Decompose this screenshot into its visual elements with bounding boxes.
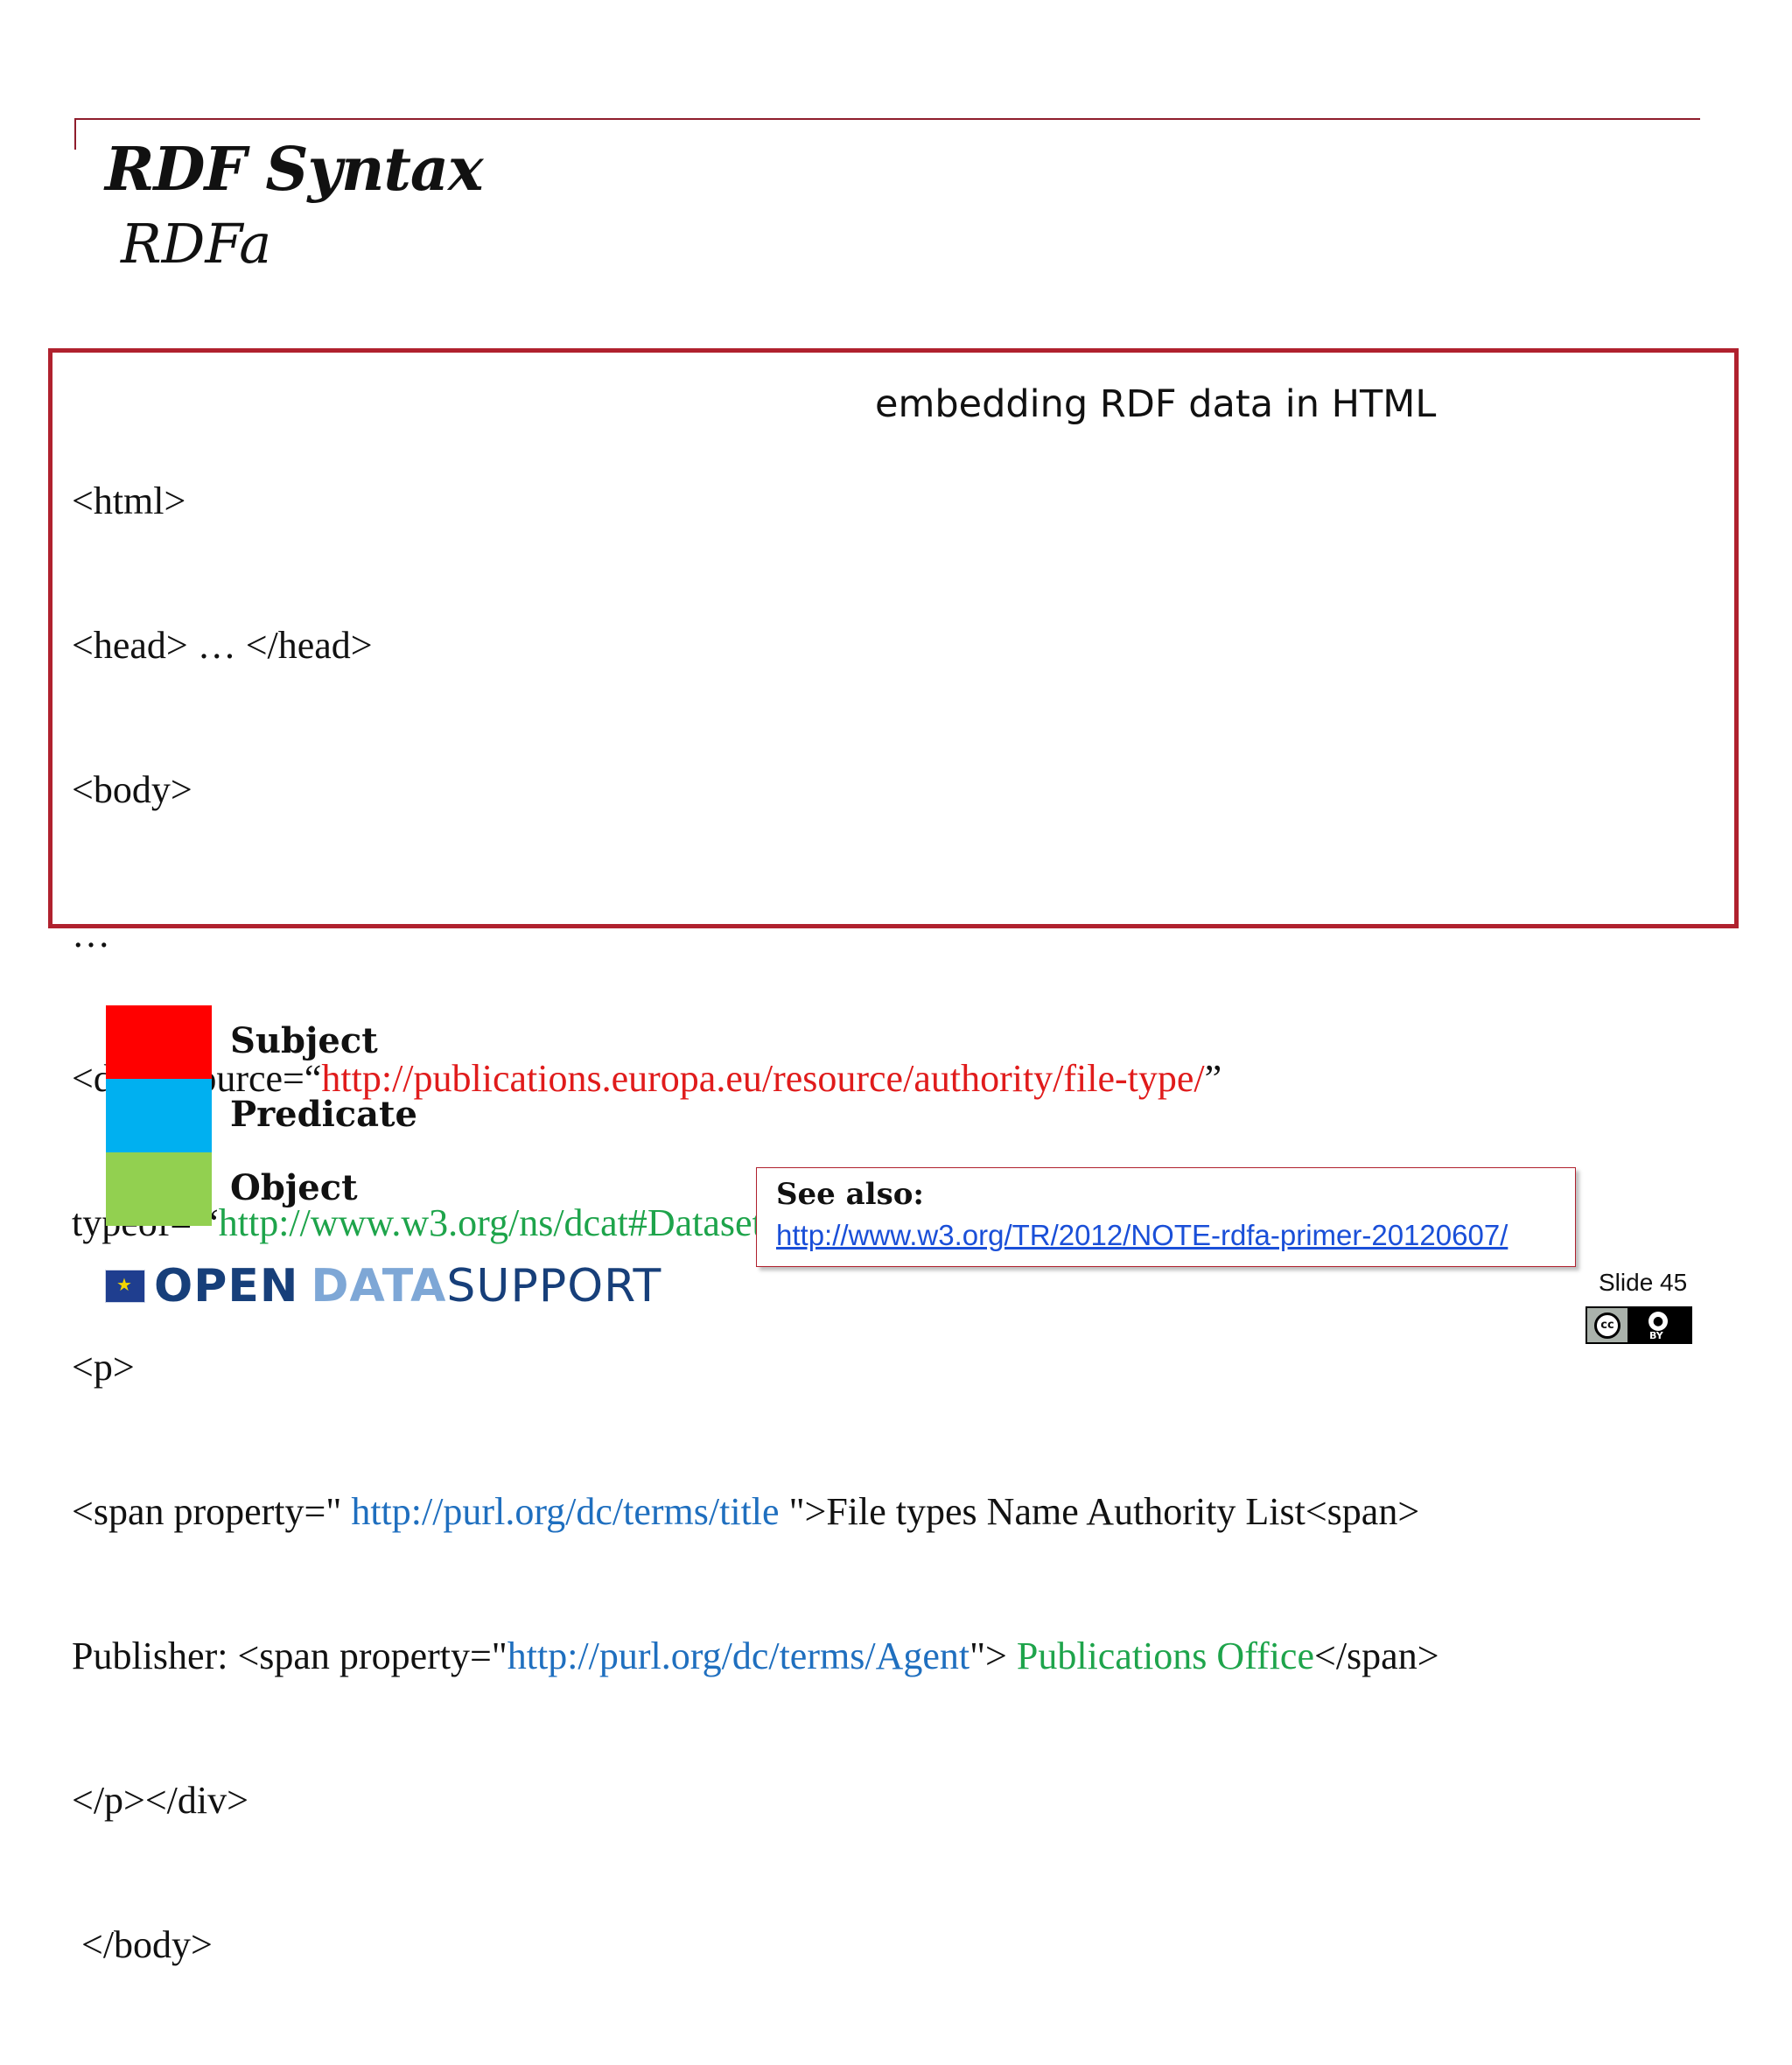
predicate-uri-agent: http://purl.org/dc/terms/Agent (507, 1634, 970, 1677)
legend-label-object: Object (230, 1167, 358, 1208)
open-data-support-logo: OPENDATASUPPORT (105, 1260, 662, 1312)
title-rule (74, 118, 1700, 120)
rdfa-primer-link[interactable]: http://www.w3.org/TR/2012/NOTE-rdfa-prim… (776, 1219, 1508, 1252)
code-line-head: <head> … </head> (72, 624, 373, 667)
title-rule-corner (74, 118, 76, 150)
see-also-title: See also: (776, 1177, 924, 1212)
slide-number: Slide 45 (1599, 1269, 1688, 1296)
legend-label-subject: Subject (230, 1020, 378, 1061)
code-example-box: <html> <head> … </head> <body> … <div re… (48, 348, 1739, 1966)
logo-data-text: DATA (311, 1260, 447, 1312)
legend-swatch-subject (106, 1005, 212, 1079)
embedding-note: embedding RDF data in HTML (875, 382, 1437, 426)
slide-subtitle: RDFa (121, 212, 272, 276)
code-line-publisher: Publisher: <span property="http://purl.o… (72, 1634, 1439, 1677)
slide-title: RDF Syntax (105, 135, 484, 205)
code-line-close-div: </p></div> (72, 1779, 248, 1822)
by-label: BY (1649, 1330, 1663, 1341)
see-also-box: See also: http://www.w3.org/TR/2012/NOTE… (756, 1167, 1576, 1267)
code-line-ellipsis: … (72, 913, 110, 956)
eu-flag-icon (105, 1270, 145, 1303)
cc-by-license-badge[interactable]: cc ● BY (1586, 1306, 1692, 1344)
object-literal: Publications Office (1016, 1634, 1314, 1677)
code-line-p: <p> (72, 1346, 135, 1389)
subject-uri: http://publications.europa.eu/resource/a… (321, 1057, 1205, 1100)
legend-swatch-object (106, 1152, 212, 1226)
logo-support-text: SUPPORT (446, 1260, 662, 1312)
cc-icon: cc (1594, 1312, 1620, 1339)
code-line-span-title: <span property=" http://purl.org/dc/term… (72, 1490, 1420, 1533)
legend-label-predicate: Predicate (230, 1094, 417, 1135)
logo-open-text: OPEN (154, 1260, 299, 1312)
code-line-html: <html> (72, 480, 186, 522)
attribution-person-icon: ● (1648, 1312, 1668, 1331)
code-line-close-body: </body> (72, 1923, 213, 1966)
legend-swatch-predicate (106, 1079, 212, 1152)
code-line-body: <body> (72, 768, 192, 811)
predicate-uri-title: http://purl.org/dc/terms/title (351, 1490, 780, 1533)
